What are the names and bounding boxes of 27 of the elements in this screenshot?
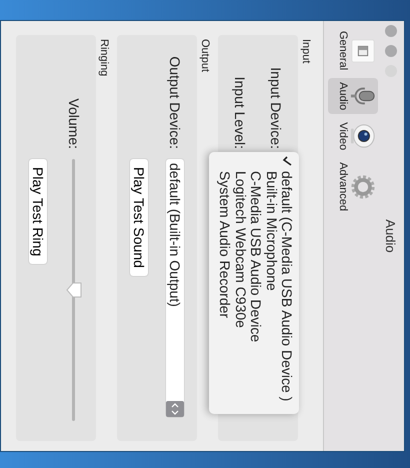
field-label: Input Level: [232, 76, 248, 149]
field-label: Volume: [66, 97, 82, 149]
menu-item[interactable]: C-Media USB Audio Device [248, 152, 264, 414]
toolbar-tab[interactable]: Advanced [328, 158, 378, 216]
volume-slider[interactable] [66, 159, 82, 421]
toolbar-tab[interactable]: Video [328, 118, 378, 154]
switch-icon [350, 38, 376, 64]
section-label: Output [199, 39, 211, 72]
section-label: Input [300, 39, 312, 64]
gear-icon [350, 174, 376, 200]
toolbar-tab[interactable]: General [328, 27, 378, 74]
menu-item[interactable]: Logitech Webcam C930e [233, 152, 248, 414]
dropdown[interactable]: default (Built-in Output) [166, 159, 184, 417]
field-label: Output Device: [167, 55, 183, 149]
section-label: Ringing [98, 39, 110, 76]
play-test-sound-button[interactable]: Play Test Sound [130, 159, 148, 276]
window-title: Audio [384, 219, 398, 253]
minimize-button[interactable] [385, 45, 397, 57]
menu-item[interactable]: default (C-Media USB Audio Device ) [280, 152, 295, 414]
menu-item[interactable]: System Audio Recorder [218, 152, 233, 414]
field-label: Input Device: [268, 66, 284, 149]
slider-thumb[interactable] [66, 282, 82, 298]
close-button[interactable] [385, 25, 397, 37]
toolbar-tab[interactable]: Audio [328, 78, 378, 114]
stepper-icon [166, 401, 184, 417]
menu-item[interactable]: Built-in Microphone [264, 152, 280, 414]
play-test-ring-button[interactable]: Play Test Ring [29, 159, 47, 264]
